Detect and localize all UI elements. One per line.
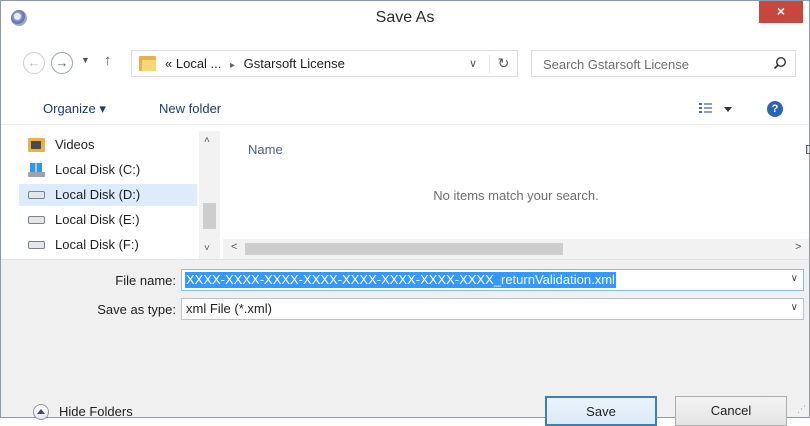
file-name-field[interactable]: XXXX-XXXX-XXXX-XXXX-XXXX-XXXX-XXXX-XXXX_… — [181, 269, 804, 291]
save-as-dialog: Save As × ← → ▼ ↑ « Local ... ▸ Gstarsof… — [0, 0, 810, 426]
address-bar[interactable]: « Local ... ▸ Gstarsoft License ∨ ↻ — [131, 50, 518, 77]
column-header-name[interactable]: Name — [248, 142, 283, 157]
back-button[interactable]: ← — [23, 52, 45, 74]
change-view-icon[interactable] — [698, 101, 734, 117]
recent-locations-dropdown-icon[interactable]: ▼ — [81, 55, 90, 65]
search-icon[interactable] — [773, 56, 787, 70]
navigation-pane: Videos Local Disk (C:) Local Disk (D:) L… — [19, 131, 220, 259]
nav-item-label: Videos — [55, 137, 95, 152]
save-type-label: Save as type: — [97, 302, 176, 317]
nav-item-label: Local Disk (D:) — [55, 187, 141, 202]
navigation-scrollbar[interactable]: ˄ ˅ — [199, 131, 220, 259]
scroll-up-icon[interactable]: ˄ — [204, 135, 210, 146]
save-options-panel: File name: XXXX-XXXX-XXXX-XXXX-XXXX-XXXX… — [1, 259, 809, 426]
up-one-level-button[interactable]: ↑ — [104, 52, 112, 69]
nav-item-label: Local Disk (E:) — [55, 212, 140, 227]
scroll-left-icon[interactable]: < — [231, 241, 237, 253]
empty-list-message: No items match your search. — [433, 188, 599, 203]
save-type-select[interactable]: xml File (*.xml) ∨ — [181, 298, 804, 320]
save-type-dropdown-icon[interactable]: ∨ — [791, 302, 798, 313]
new-folder-button[interactable]: New folder — [159, 101, 221, 116]
file-name-label: File name: — [115, 273, 176, 288]
nav-item-local-disk-c[interactable]: Local Disk (C:) — [19, 159, 197, 181]
file-list[interactable]: Name D No items match your search. — [223, 131, 810, 239]
nav-item-label: Local Disk (F:) — [55, 237, 139, 252]
breadcrumb-overflow[interactable]: « — [165, 56, 172, 71]
hide-folders-label: Hide Folders — [59, 404, 133, 419]
save-button[interactable]: Save — [545, 396, 657, 426]
cancel-button[interactable]: Cancel — [675, 396, 787, 426]
nav-item-local-disk-f[interactable]: Local Disk (F:) — [19, 234, 197, 256]
scroll-down-icon[interactable]: ˅ — [204, 243, 210, 254]
organize-menu-button[interactable]: Organize ▾ — [43, 101, 106, 117]
breadcrumb-item-local[interactable]: Local ... — [176, 56, 222, 71]
resize-grip-icon[interactable]: ⋰ — [797, 404, 806, 415]
scroll-thumb[interactable] — [203, 203, 216, 229]
search-input[interactable]: Search Gstarsoft License — [531, 50, 796, 77]
command-toolbar: Organize ▾ New folder ? — [1, 93, 809, 125]
file-name-value[interactable]: XXXX-XXXX-XXXX-XXXX-XXXX-XXXX-XXXX-XXXX_… — [185, 272, 616, 288]
videos-library-icon — [28, 138, 45, 152]
file-list-scrollbar[interactable]: < > — [223, 239, 809, 259]
address-row: ← → ▼ ↑ « Local ... ▸ Gstarsoft License … — [1, 41, 809, 81]
column-header-date[interactable]: D — [805, 142, 810, 157]
nav-item-local-disk-d[interactable]: Local Disk (D:) — [19, 184, 197, 206]
file-name-dropdown-icon[interactable]: ∨ — [791, 273, 798, 284]
help-icon[interactable]: ? — [767, 101, 783, 117]
system-disk-icon — [28, 163, 45, 177]
scroll-right-icon[interactable]: > — [795, 241, 801, 253]
save-type-value: xml File (*.xml) — [186, 301, 272, 316]
disk-drive-icon — [28, 191, 45, 199]
disk-drive-icon — [28, 216, 45, 224]
horizontal-scroll-thumb[interactable] — [245, 243, 563, 255]
title-bar: Save As × — [1, 1, 809, 37]
breadcrumb-separator-icon[interactable]: ▸ — [225, 60, 240, 71]
window-title: Save As — [375, 9, 435, 26]
search-placeholder: Search Gstarsoft License — [543, 57, 689, 72]
nav-item-local-disk-e[interactable]: Local Disk (E:) — [19, 209, 197, 231]
address-dropdown-icon[interactable]: ∨ — [469, 57, 477, 70]
nav-item-videos[interactable]: Videos — [19, 134, 197, 156]
nav-item-label: Local Disk (C:) — [55, 162, 141, 177]
close-button[interactable]: × — [759, 1, 803, 23]
disk-drive-icon — [28, 241, 45, 249]
breadcrumb-item-gstarsoft-license[interactable]: Gstarsoft License — [244, 56, 345, 71]
forward-button[interactable]: → — [51, 52, 73, 74]
breadcrumb: « Local ... ▸ Gstarsoft License — [165, 56, 345, 71]
folder-icon — [139, 56, 156, 71]
refresh-button[interactable]: ↻ — [489, 55, 517, 73]
